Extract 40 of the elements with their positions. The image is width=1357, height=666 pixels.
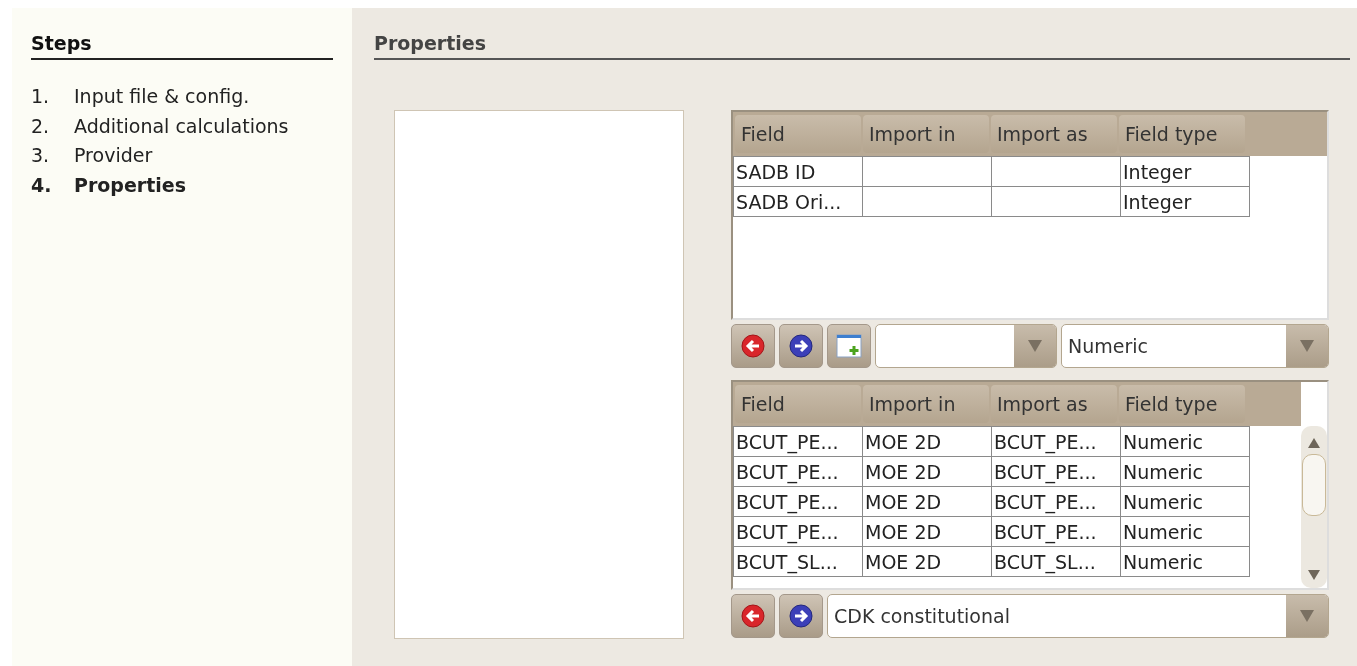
properties-heading: Properties (374, 31, 487, 56)
descriptor-dropdown[interactable]: CDK constitutional (827, 594, 1329, 638)
column-header[interactable]: Field type (1119, 115, 1245, 153)
table-cell: Numeric (1120, 426, 1250, 457)
table-cell: SADB ID (733, 156, 863, 187)
column-header[interactable]: Import as (991, 115, 1117, 153)
type-dropdown[interactable]: Numeric (1061, 324, 1329, 368)
window-add-icon (836, 333, 862, 359)
column-header[interactable]: Field type (1119, 385, 1245, 423)
column-header[interactable]: Import in (863, 385, 989, 423)
step-number: 4. (31, 172, 53, 198)
forward-button[interactable] (779, 594, 823, 638)
table-cell: Numeric (1120, 546, 1250, 577)
scroll-down-icon (1308, 570, 1320, 580)
column-header[interactable]: Import in (863, 115, 989, 153)
table-cell: Integer (1120, 186, 1250, 217)
scroll-up-icon (1308, 438, 1320, 448)
table-cell: BCUT_PE... (733, 426, 863, 457)
scrollbar-thumb[interactable] (1302, 454, 1326, 516)
step-label: Additional calculations (74, 113, 289, 139)
step-label: Input file & config. (74, 84, 250, 109)
step-number: 1. (31, 84, 51, 109)
dropdown[interactable] (875, 324, 1057, 368)
step-number: 2. (31, 113, 51, 139)
table-cell: BCUT_SL... (733, 546, 863, 577)
forward-button[interactable] (779, 324, 823, 368)
table-cell: BCUT_PE... (991, 426, 1121, 457)
step-label: Provider (74, 143, 153, 168)
table-cell: SADB Ori... (733, 186, 863, 217)
back-button[interactable] (731, 324, 775, 368)
table-cell: Integer (1120, 156, 1250, 187)
column-header[interactable]: Field (735, 385, 861, 423)
scrollbar[interactable] (1301, 426, 1327, 588)
step-label: Properties (74, 172, 186, 198)
back-button[interactable] (731, 594, 775, 638)
steps-heading: Steps (31, 31, 93, 56)
step-number: 3. (31, 143, 51, 168)
column-header[interactable]: Import as (991, 385, 1117, 423)
add-button[interactable] (827, 324, 871, 368)
column-header[interactable]: Field (735, 115, 861, 153)
